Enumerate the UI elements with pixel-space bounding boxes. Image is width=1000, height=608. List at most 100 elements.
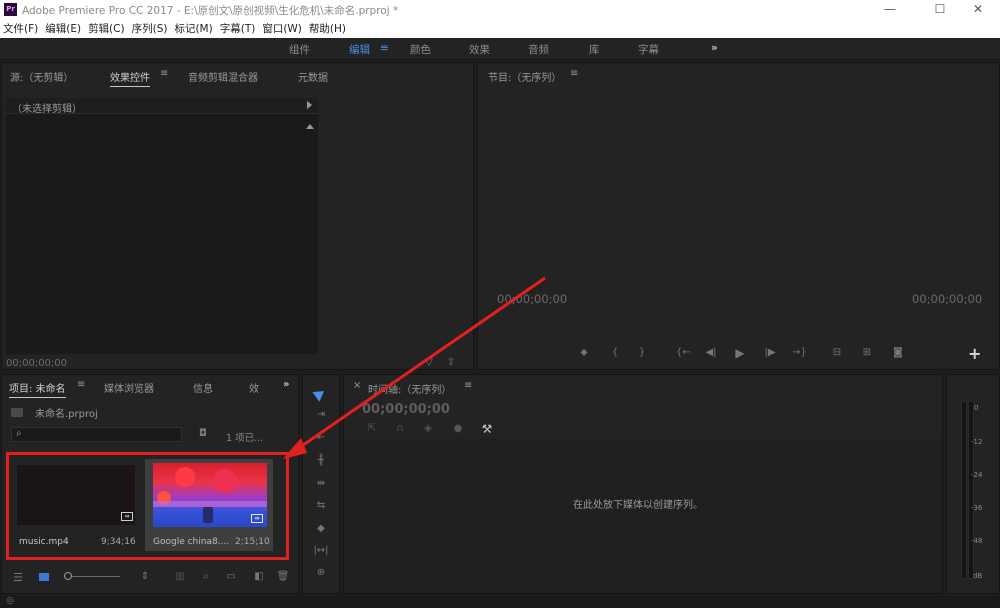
status-icon: ◎ bbox=[6, 596, 14, 606]
menu-help[interactable]: 帮助(H) bbox=[306, 20, 350, 38]
menu-file[interactable]: 文件(F) bbox=[0, 20, 42, 38]
program-title: 节目:（无序列） bbox=[488, 73, 562, 84]
tab-media-browser[interactable]: 媒体浏览器 bbox=[104, 380, 154, 395]
slide-tool-icon[interactable]: |↔| bbox=[313, 545, 329, 556]
wrench-icon[interactable]: ⚒ bbox=[480, 422, 494, 436]
step-forward-icon[interactable]: |▶ bbox=[763, 347, 777, 358]
new-search-bin-icon[interactable]: ◘ bbox=[196, 428, 210, 439]
panel-menu-icon[interactable]: ≡ bbox=[570, 68, 578, 79]
workspace-menu-icon[interactable]: ≡ bbox=[380, 42, 389, 54]
workspace-audio[interactable]: 音频 bbox=[528, 42, 549, 57]
zoom-slider-track[interactable] bbox=[72, 576, 120, 577]
workspace-color[interactable]: 颜色 bbox=[410, 42, 431, 57]
menu-clip[interactable]: 剪辑(C) bbox=[85, 20, 129, 38]
panel-menu-icon[interactable]: ≡ bbox=[77, 379, 85, 390]
slip-tool-icon[interactable]: ⇆ bbox=[313, 500, 329, 511]
list-view-icon[interactable]: ☰ bbox=[11, 571, 25, 584]
timeline-timecode[interactable]: 00;00;00;00 bbox=[362, 402, 450, 417]
selection-tool-icon[interactable] bbox=[312, 386, 328, 402]
menu-sequence[interactable]: 序列(S) bbox=[129, 20, 172, 38]
workspace-effects[interactable]: 效果 bbox=[469, 42, 490, 57]
meter-tick: -48 bbox=[971, 537, 983, 545]
meter-tick: -36 bbox=[971, 504, 983, 512]
playhead-timecode[interactable]: 00;00;00;00 bbox=[497, 292, 567, 306]
play-icon[interactable]: ▶ bbox=[733, 346, 747, 360]
meter-channel bbox=[968, 401, 974, 579]
meter-channel bbox=[961, 401, 967, 579]
mark-out-icon[interactable]: } bbox=[636, 347, 648, 358]
no-clip-label: （未选择剪辑） bbox=[12, 104, 82, 115]
track-select-tool-icon[interactable]: ⇥ bbox=[313, 409, 329, 420]
workspace-bar: 组件 编辑 ≡ 颜色 效果 音频 库 字幕 » bbox=[0, 38, 1000, 60]
filter-icon[interactable]: ▽ bbox=[422, 357, 436, 368]
add-marker-icon[interactable]: ● bbox=[452, 423, 464, 434]
rate-stretch-tool-icon[interactable]: ⇹ bbox=[313, 478, 329, 489]
items-selected-label: 1 项已... bbox=[226, 433, 264, 444]
search-input[interactable]: ⌕ bbox=[11, 427, 182, 442]
zoom-slider-handle[interactable] bbox=[64, 572, 72, 580]
timeline-drop-area[interactable]: 在此处放下媒体以创建序列。 bbox=[344, 439, 942, 593]
clear-icon[interactable]: 🗑 bbox=[276, 571, 290, 582]
tab-audio-clip-mixer[interactable]: 音频剪辑混合器 bbox=[188, 69, 258, 84]
workspace-titles[interactable]: 字幕 bbox=[638, 42, 659, 57]
tab-info[interactable]: 信息 bbox=[193, 380, 213, 395]
workspace-editing[interactable]: 编辑 bbox=[349, 42, 370, 57]
more-tabs-icon[interactable]: » bbox=[283, 379, 289, 390]
menu-window[interactable]: 窗口(W) bbox=[259, 20, 306, 38]
add-marker-icon[interactable]: ⬥ bbox=[578, 347, 590, 358]
minimize-button[interactable]: — bbox=[870, 1, 910, 19]
duration-timecode: 00;00;00;00 bbox=[912, 292, 983, 306]
export-icon[interactable]: ⇪ bbox=[444, 357, 458, 368]
panel-menu-icon[interactable]: ≡ bbox=[464, 380, 472, 391]
project-folder-icon bbox=[11, 408, 23, 417]
workspace-assembly[interactable]: 组件 bbox=[289, 42, 310, 57]
rolling-edit-tool-icon[interactable]: ╫ bbox=[313, 455, 329, 466]
find-icon[interactable]: ⌕ bbox=[200, 571, 212, 582]
tab-project[interactable]: 项目: 未命名 bbox=[9, 380, 66, 398]
linked-selection-icon[interactable]: ◈ bbox=[422, 423, 434, 434]
timeline-panel: × 时间轴:（无序列） ≡ 00;00;00;00 ⇱ ∩ ◈ ● ⚒ 在此处放… bbox=[343, 374, 943, 594]
ripple-edit-tool-icon[interactable]: ⇤ bbox=[313, 432, 329, 443]
title-bar: Pr Adobe Premiere Pro CC 2017 - E:\原创文\原… bbox=[0, 0, 1000, 20]
workspace-libraries[interactable]: 库 bbox=[589, 42, 600, 57]
pen-tool-icon[interactable]: ⊕ bbox=[313, 567, 329, 578]
program-monitor: 节目:（无序列） ≡ 00;00;00;00 00;00;00;00 ⬥ { }… bbox=[477, 62, 1000, 370]
window-title: Adobe Premiere Pro CC 2017 - E:\原创文\原创视频… bbox=[22, 5, 399, 17]
workspace-more-icon[interactable]: » bbox=[711, 42, 718, 54]
sort-icon[interactable]: ⇕ bbox=[139, 571, 151, 582]
panel-menu-icon[interactable]: ≡ bbox=[160, 68, 168, 79]
snap-icon[interactable]: ∩ bbox=[394, 423, 406, 434]
menu-marker[interactable]: 标记(M) bbox=[171, 20, 216, 38]
tools-panel: ⇥ ⇤ ╫ ⇹ ⇆ ◆ |↔| ⊕ bbox=[302, 374, 340, 594]
close-window-button[interactable]: ✕ bbox=[958, 1, 998, 19]
effect-timecode: 00;00;00;00 bbox=[6, 358, 68, 369]
scroll-up-icon[interactable] bbox=[306, 124, 314, 129]
mark-in-icon[interactable]: { bbox=[609, 347, 621, 358]
tab-effects[interactable]: 效 bbox=[249, 380, 259, 395]
button-editor-add[interactable]: + bbox=[968, 344, 981, 363]
maximize-button[interactable]: ☐ bbox=[920, 1, 960, 19]
close-tab-button[interactable]: × bbox=[353, 380, 361, 391]
lift-icon[interactable]: ⊟ bbox=[829, 347, 845, 358]
search-icon: ⌕ bbox=[16, 428, 22, 439]
menu-title[interactable]: 字幕(T) bbox=[217, 20, 260, 38]
extract-icon[interactable]: ⊞ bbox=[859, 347, 875, 358]
tab-metadata[interactable]: 元数据 bbox=[298, 69, 328, 84]
step-back-icon[interactable]: ◀| bbox=[704, 347, 718, 358]
razor-tool-icon[interactable]: ◆ bbox=[313, 523, 329, 534]
project-file-name: 未命名.prproj bbox=[35, 409, 98, 420]
tab-effect-controls[interactable]: 效果控件 bbox=[110, 69, 150, 87]
new-item-icon[interactable]: ◧ bbox=[252, 571, 266, 582]
effect-controls-area bbox=[6, 114, 318, 354]
tab-source[interactable]: 源:（无剪辑） bbox=[10, 69, 73, 84]
go-to-out-icon[interactable]: →} bbox=[792, 347, 807, 358]
new-bin-icon[interactable]: ▭ bbox=[224, 571, 238, 582]
nest-icon[interactable]: ⇱ bbox=[366, 423, 378, 434]
go-to-in-icon[interactable]: {← bbox=[676, 347, 691, 358]
icon-view-icon[interactable] bbox=[39, 573, 49, 581]
expand-arrow-icon[interactable] bbox=[307, 101, 312, 109]
drop-media-message: 在此处放下媒体以创建序列。 bbox=[573, 500, 703, 511]
export-frame-icon[interactable]: ◙ bbox=[890, 347, 906, 358]
automate-to-sequence-icon[interactable]: ▥ bbox=[173, 571, 187, 582]
menu-edit[interactable]: 编辑(E) bbox=[42, 20, 85, 38]
